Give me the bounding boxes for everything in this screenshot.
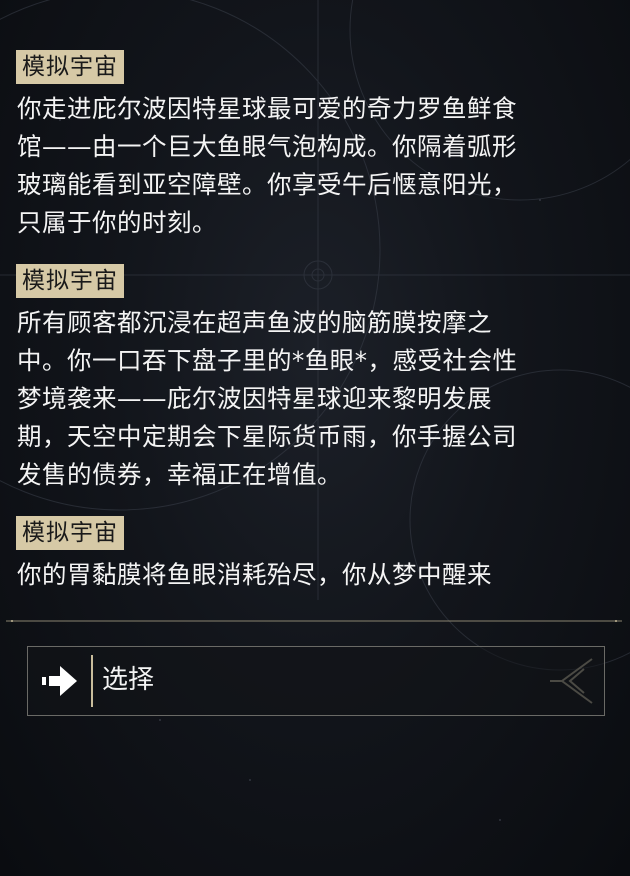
choice-label: 选择 bbox=[102, 665, 155, 695]
entry-text: 你的胃黏膜将鱼眼消耗殆尽，你从梦中醒来 bbox=[16, 556, 589, 594]
emblem-icon bbox=[550, 658, 593, 704]
text-line: 你的胃黏膜将鱼眼消耗殆尽，你从梦中醒来 bbox=[17, 560, 492, 589]
log-entry: 模拟宇宙 你的胃黏膜将鱼眼消耗殆尽，你从梦中醒来 bbox=[16, 516, 596, 594]
dialogue-log[interactable]: 模拟宇宙 你走进庇尔波因特星球最可爱的奇力罗鱼鲜食 馆——由一个巨大鱼眼气泡构成… bbox=[16, 50, 596, 616]
choice-option-button[interactable]: 选择 bbox=[27, 646, 605, 716]
text-line: 发售的债券，幸福正在增值。 bbox=[17, 460, 342, 489]
log-entry: 模拟宇宙 所有顾客都沉浸在超声鱼波的脑筋膜按摩之 中。你一口吞下盘子里的*鱼眼*… bbox=[16, 264, 596, 494]
arrow-right-icon bbox=[42, 666, 77, 696]
speaker-tag: 模拟宇宙 bbox=[16, 264, 124, 298]
text-line: 馆——由一个巨大鱼眼气泡构成。你隔着弧形 bbox=[17, 132, 517, 161]
entry-text: 所有顾客都沉浸在超声鱼波的脑筋膜按摩之 中。你一口吞下盘子里的*鱼眼*，感受社会… bbox=[16, 304, 589, 494]
speaker-tag: 模拟宇宙 bbox=[16, 50, 124, 84]
log-entry: 模拟宇宙 你走进庇尔波因特星球最可爱的奇力罗鱼鲜食 馆——由一个巨大鱼眼气泡构成… bbox=[16, 50, 596, 242]
text-line: 梦境袭来——庇尔波因特星球迎来黎明发展 bbox=[17, 384, 492, 413]
divider-line bbox=[6, 620, 622, 622]
text-line: 你走进庇尔波因特星球最可爱的奇力罗鱼鲜食 bbox=[17, 94, 517, 123]
text-line: 玻璃能看到亚空障壁。你享受午后惬意阳光， bbox=[17, 170, 517, 199]
entry-text: 你走进庇尔波因特星球最可爱的奇力罗鱼鲜食 馆——由一个巨大鱼眼气泡构成。你隔着弧… bbox=[16, 90, 589, 242]
text-line: 只属于你的时刻。 bbox=[17, 208, 217, 237]
text-line: 期，天空中定期会下星际货币雨，你手握公司 bbox=[17, 422, 517, 451]
text-line: 中。你一口吞下盘子里的*鱼眼*，感受社会性 bbox=[17, 346, 518, 375]
speaker-tag: 模拟宇宙 bbox=[16, 516, 124, 550]
text-line: 所有顾客都沉浸在超声鱼波的脑筋膜按摩之 bbox=[17, 308, 492, 337]
choice-separator bbox=[91, 655, 93, 707]
